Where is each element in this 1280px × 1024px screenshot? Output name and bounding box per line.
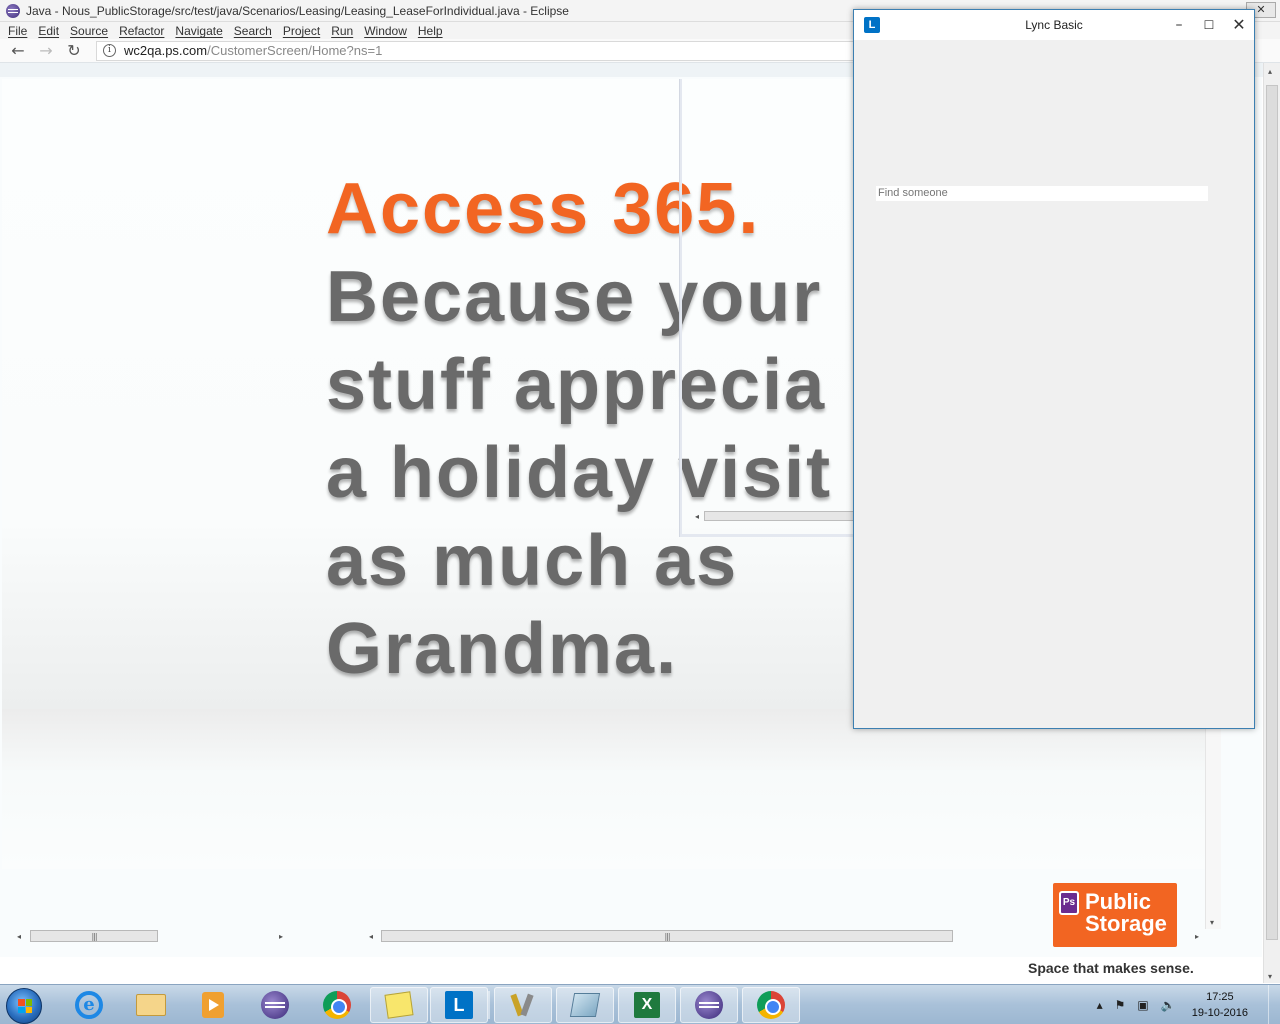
scroll-track[interactable]: ||| — [26, 930, 274, 942]
scroll-right-icon[interactable]: ▸ — [274, 932, 288, 941]
taskbar-sticky-notes[interactable] — [370, 987, 428, 1023]
media-player-icon — [202, 992, 224, 1018]
menu-file[interactable]: File — [4, 24, 34, 38]
taskbar-tools[interactable] — [494, 987, 552, 1023]
frame-border-horizontal — [680, 534, 855, 537]
scroll-thumb[interactable] — [704, 511, 854, 521]
url-host: wc2qa.ps.com — [124, 43, 208, 58]
menu-help[interactable]: Help — [414, 24, 450, 38]
excel-icon: X — [634, 992, 660, 1018]
minimize-button[interactable]: – — [1166, 14, 1192, 36]
menu-source[interactable]: Source — [66, 24, 115, 38]
menu-edit[interactable]: Edit — [34, 24, 66, 38]
eclipse-icon — [695, 991, 723, 1019]
calculator-icon — [569, 993, 601, 1017]
windows-flag-icon — [18, 999, 32, 1013]
scroll-up-icon[interactable]: ▴ — [1268, 67, 1272, 76]
public-storage-logo[interactable]: Ps Public Storage — [1053, 883, 1177, 947]
system-tray: ▴ ⚑ ▣ 🔈 17:25 19-10-2016 — [1091, 985, 1280, 1024]
taskbar-chrome-2[interactable] — [742, 987, 800, 1023]
taskbar-explorer[interactable] — [122, 987, 180, 1023]
hero-headline: Access 365. Because your stuff apprecia … — [326, 165, 832, 693]
chrome-icon — [323, 991, 351, 1019]
reload-button[interactable]: ↻ — [64, 41, 84, 61]
show-hidden-icons-icon[interactable]: ▴ — [1097, 998, 1103, 1012]
volume-icon[interactable]: 🔈 — [1161, 998, 1176, 1012]
menu-run[interactable]: Run — [327, 24, 360, 38]
taskbar-calculator[interactable] — [556, 987, 614, 1023]
scroll-down-icon[interactable]: ▾ — [1268, 972, 1272, 981]
hero-line-1: Access 365. — [326, 169, 761, 249]
taskbar-media-player[interactable] — [184, 987, 242, 1023]
action-center-flag-icon[interactable]: ⚑ — [1115, 998, 1126, 1012]
lync-window-title: Lync Basic — [1025, 18, 1083, 32]
lync-logo-icon: L — [864, 17, 880, 33]
taskbar-chrome[interactable] — [308, 987, 366, 1023]
page-vertical-scrollbar[interactable]: ▾ — [1205, 709, 1221, 929]
forward-button[interactable]: → — [36, 41, 56, 61]
taskbar-eclipse-2[interactable] — [680, 987, 738, 1023]
frame-horizontal-scrollbar[interactable]: ◂ — [690, 508, 854, 524]
scroll-left-icon[interactable]: ◂ — [690, 512, 704, 521]
show-desktop-button[interactable] — [1268, 985, 1280, 1024]
window-vertical-scrollbar[interactable]: ▴ ▾ — [1263, 63, 1280, 983]
back-button[interactable]: ← — [8, 41, 28, 61]
taskbar-separator — [488, 991, 490, 1019]
address-bar[interactable]: i wc2qa.ps.com /CustomerScreen/Home?ns=1 — [96, 40, 856, 61]
taskbar-ie[interactable]: e — [60, 987, 118, 1023]
url-path: /CustomerScreen/Home?ns=1 — [207, 43, 383, 58]
start-button[interactable] — [6, 988, 42, 1024]
find-someone-input[interactable] — [876, 186, 1208, 201]
taskbar-lync[interactable]: L — [430, 987, 488, 1023]
logo-word-storage: Storage — [1085, 911, 1167, 936]
eclipse-icon — [6, 3, 20, 18]
taskbar-excel[interactable]: X — [618, 987, 676, 1023]
scroll-right-icon[interactable]: ▸ — [1190, 932, 1204, 941]
hero-line-3: stuff apprecia — [326, 345, 827, 425]
menu-project[interactable]: Project — [279, 24, 327, 38]
menu-navigate[interactable]: Navigate — [171, 24, 229, 38]
scroll-left-icon[interactable]: ◂ — [12, 932, 26, 941]
maximize-button[interactable]: ☐ — [1196, 14, 1222, 36]
chrome-icon — [757, 991, 785, 1019]
network-icon[interactable]: ▣ — [1137, 998, 1148, 1012]
tools-icon — [510, 992, 536, 1018]
scroll-grip: ||| — [664, 932, 670, 941]
banner-footer — [2, 709, 1220, 869]
clock-date: 19-10-2016 — [1191, 1007, 1248, 1019]
scroll-grip: ||| — [91, 932, 97, 941]
lync-window: L Lync Basic – ☐ ✕ — [853, 9, 1255, 729]
info-icon[interactable]: i — [103, 44, 116, 57]
scroll-down-icon[interactable]: ▾ — [1210, 918, 1214, 927]
lync-icon: L — [445, 991, 473, 1019]
window-title: Java - Nous_PublicStorage/src/test/java/… — [26, 3, 569, 18]
clock-time: 17:25 — [1206, 991, 1234, 1003]
frame-border-vertical — [679, 79, 682, 537]
scroll-left-icon[interactable]: ◂ — [364, 932, 378, 941]
scroll-thumb[interactable] — [1266, 85, 1278, 940]
taskbar: e L X ▴ ⚑ ▣ 🔈 17:25 19-10-2016 — [0, 984, 1280, 1024]
sticky-notes-icon — [384, 991, 414, 1019]
eclipse-icon — [261, 991, 289, 1019]
brand-tagline: Space that makes sense. — [1028, 960, 1194, 976]
lync-title-bar[interactable]: L Lync Basic – ☐ ✕ — [854, 10, 1254, 40]
menu-refactor[interactable]: Refactor — [115, 24, 171, 38]
folder-icon — [136, 994, 166, 1016]
scroll-thumb[interactable]: ||| — [381, 930, 953, 942]
hero-line-6: Grandma. — [326, 609, 679, 689]
hero-line-2: Because your — [326, 257, 823, 337]
taskbar-eclipse[interactable] — [246, 987, 304, 1023]
scroll-thumb[interactable]: ||| — [30, 930, 158, 942]
menu-window[interactable]: Window — [360, 24, 414, 38]
left-horizontal-scrollbar[interactable]: ◂ ||| ▸ — [12, 928, 288, 944]
menu-search[interactable]: Search — [230, 24, 279, 38]
hero-line-4: a holiday visit — [326, 433, 833, 513]
internet-explorer-icon: e — [75, 991, 103, 1019]
close-button[interactable]: ✕ — [1226, 14, 1252, 36]
hero-line-5: as much as — [326, 521, 739, 601]
clock[interactable]: 17:25 19-10-2016 — [1192, 989, 1248, 1021]
ps-badge-icon: Ps — [1059, 891, 1079, 915]
